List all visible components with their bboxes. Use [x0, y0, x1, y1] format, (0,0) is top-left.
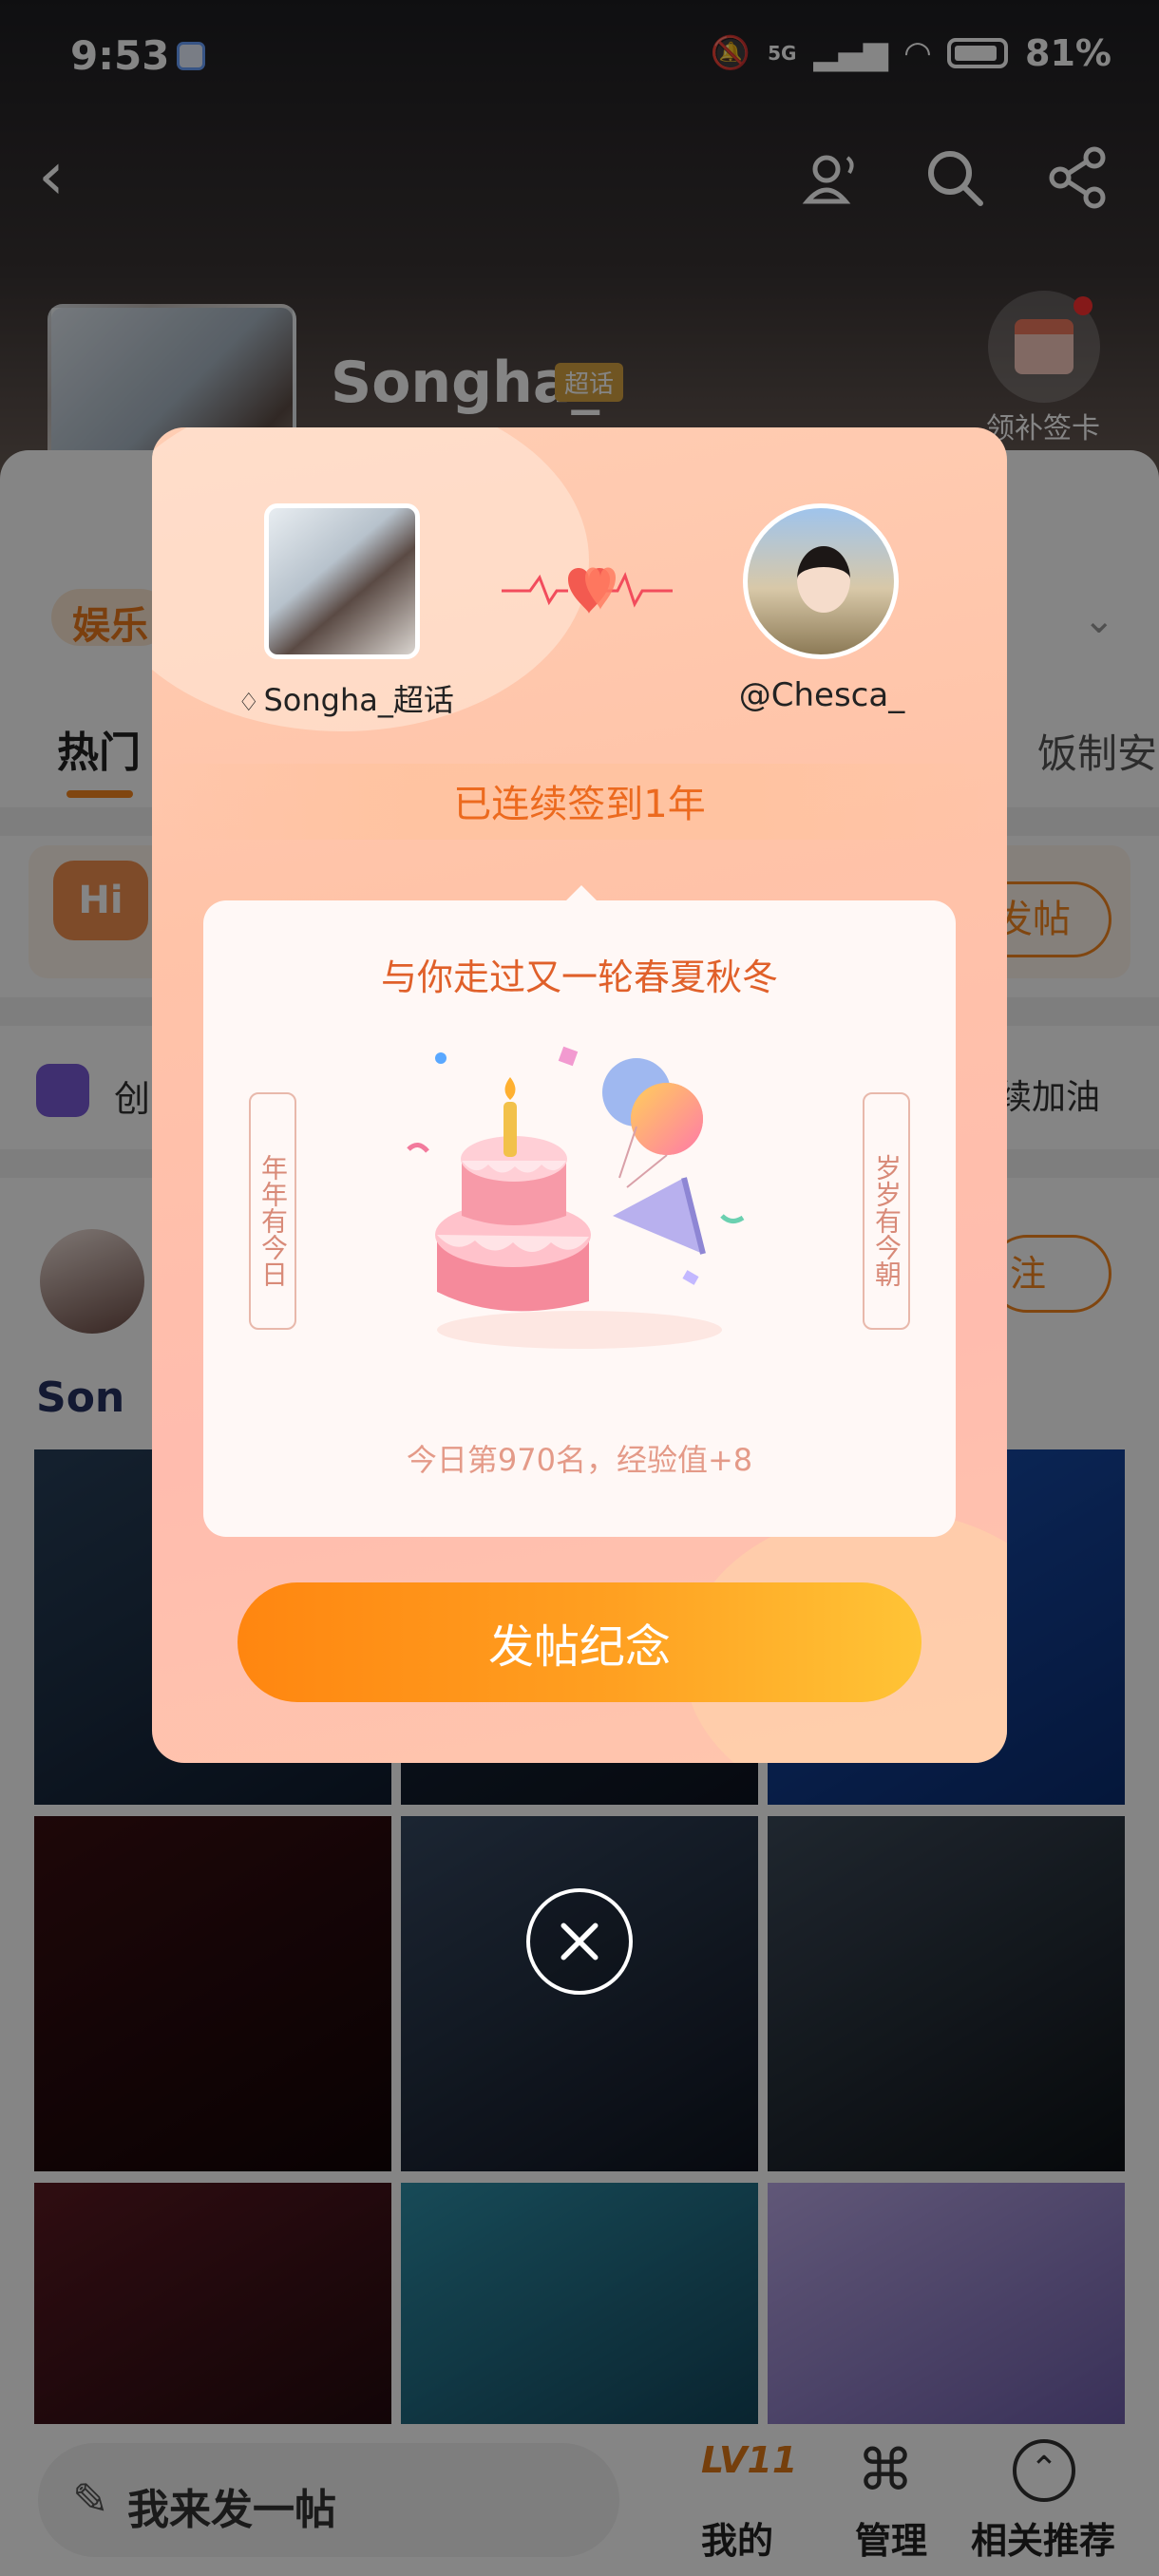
checkin-dialog: ♢ Songha_超话 @Chesca_ 已连续签到1年 与你走过又一轮春夏秋冬 … [152, 427, 1007, 1763]
topic-avatar-small [264, 503, 420, 659]
avatar-face [797, 546, 850, 613]
heartbeat-icon [502, 567, 673, 614]
birthday-cake-icon [407, 1046, 745, 1349]
diamond-icon: ♢ [238, 689, 260, 717]
streak-text: 已连续签到1年 [453, 783, 706, 826]
left-scroll: 年年有今日 [249, 1092, 296, 1330]
post-memorial-button[interactable]: 发帖纪念 [238, 1582, 922, 1702]
user-name-label: @Chesca_ [738, 676, 905, 714]
close-icon[interactable] [526, 1888, 633, 1995]
topic-name-text: Songha_超话 [263, 682, 454, 718]
user-avatar-small [743, 503, 899, 659]
right-scroll: 岁岁有今朝 [863, 1092, 910, 1330]
rank-text: 今日第970名，经验值+8 [406, 1442, 753, 1478]
topic-name-label: ♢ Songha_超话 [232, 676, 460, 720]
card-title: 与你走过又一轮春夏秋冬 [380, 957, 778, 998]
